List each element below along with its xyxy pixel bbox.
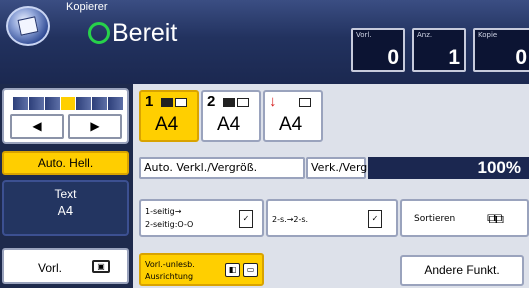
copier-logo-icon [6, 6, 50, 46]
originals-counter: Vorl. 0 [351, 28, 405, 72]
tray-1-button[interactable]: 1 A4 [139, 90, 199, 142]
copies-counter-label: Kopie [478, 31, 498, 39]
sort-label: Sortieren [414, 214, 456, 224]
zoom-row: Auto. Verkl./Vergröß. Verk./Verg. 100% [139, 157, 529, 179]
tray-size: A4 [279, 114, 303, 135]
copies-counter: Kopie 0 [473, 28, 529, 72]
status-text: Bereit [112, 18, 178, 47]
bypass-tray-icon: ↓ [269, 93, 277, 110]
original-type-label: Text [54, 187, 77, 201]
paper-stack-icon [161, 98, 173, 107]
duplex-icon: ✓ [239, 210, 253, 228]
originals-button-label: Vorl. [38, 261, 63, 275]
paper-tray-row: 1 A4 2 A4 ↓ A4 [139, 90, 323, 142]
reduce-enlarge-button[interactable]: Verk./Verg. [306, 157, 371, 179]
portrait-orientation-icon: ◧ [225, 263, 240, 277]
paper-stack-icon [223, 98, 235, 107]
density-control: ◀ ▶ [2, 88, 129, 144]
density-marker [60, 97, 76, 110]
ready-indicator-icon [88, 22, 110, 44]
app-title: Kopierer [66, 1, 108, 13]
duplex-1-to-2-button[interactable]: 1-seitig→ 2-seitig:O-O ✓ [139, 199, 264, 237]
tray-size: A4 [217, 114, 241, 135]
landscape-orientation-icon: ▭ [243, 263, 258, 277]
status-header: Kopierer Bereit Vorl. 0 Anz. 1 Kopie 0 [0, 0, 529, 84]
main-panel: 1 A4 2 A4 ↓ A4 Auto. Verkl./Vergröß. Ver… [133, 84, 529, 288]
paper-orientation-icon [237, 98, 249, 107]
auto-density-button[interactable]: Auto. Hell. [2, 151, 129, 175]
auto-reduce-enlarge-button[interactable]: Auto. Verkl./Vergröß. [139, 157, 305, 179]
density-darker-button[interactable]: ▶ [68, 114, 122, 139]
density-lighter-button[interactable]: ◀ [10, 114, 64, 139]
original-orientation-button[interactable]: Vorl.-unlesb. Ausrichtung ◧ ▭ [139, 253, 264, 286]
originals-counter-value: 0 [387, 46, 399, 69]
duplex-1-line1: 1-seitig→ [145, 207, 182, 216]
tray-2-button[interactable]: 2 A4 [201, 90, 261, 142]
originals-button[interactable]: Vorl. ▣ [2, 248, 129, 284]
tray-number: 2 [207, 93, 216, 110]
duplex-2-label: 2-s.→2-s. [272, 215, 309, 224]
sort-button[interactable]: Sortieren ⧉⧉ [400, 199, 529, 237]
orientation-line1: Vorl.-unlesb. [145, 260, 195, 269]
duplex-2-to-2-button[interactable]: 2-s.→2-s. ✓ [266, 199, 398, 237]
copies-counter-value: 0 [515, 46, 527, 69]
original-type-button[interactable]: Text A4 [2, 180, 129, 236]
duplex-1-line2: 2-seitig:O-O [145, 220, 194, 229]
originals-icon: ▣ [92, 260, 110, 273]
sort-stack-icon: ⧉⧉ [487, 211, 504, 227]
duplex-icon: ✓ [368, 210, 382, 228]
paper-orientation-icon [299, 98, 311, 107]
ready-status: Bereit [88, 16, 177, 50]
quantity-counter: Anz. 1 [412, 28, 466, 72]
bypass-tray-button[interactable]: ↓ A4 [263, 90, 323, 142]
paper-orientation-icon [175, 98, 187, 107]
tray-size: A4 [155, 114, 179, 135]
orientation-line2: Ausrichtung [145, 272, 194, 281]
left-panel: ◀ ▶ Auto. Hell. Text A4 Vorl. ▣ [0, 84, 133, 288]
density-scale [13, 97, 124, 110]
tray-number: 1 [145, 93, 154, 110]
originals-counter-label: Vorl. [356, 31, 372, 39]
other-functions-button[interactable]: Andere Funkt. [400, 255, 524, 286]
quantity-counter-label: Anz. [417, 31, 433, 39]
zoom-ratio-display: 100% [368, 157, 529, 179]
original-size-label: A4 [57, 204, 74, 218]
quantity-counter-value: 1 [448, 46, 460, 69]
